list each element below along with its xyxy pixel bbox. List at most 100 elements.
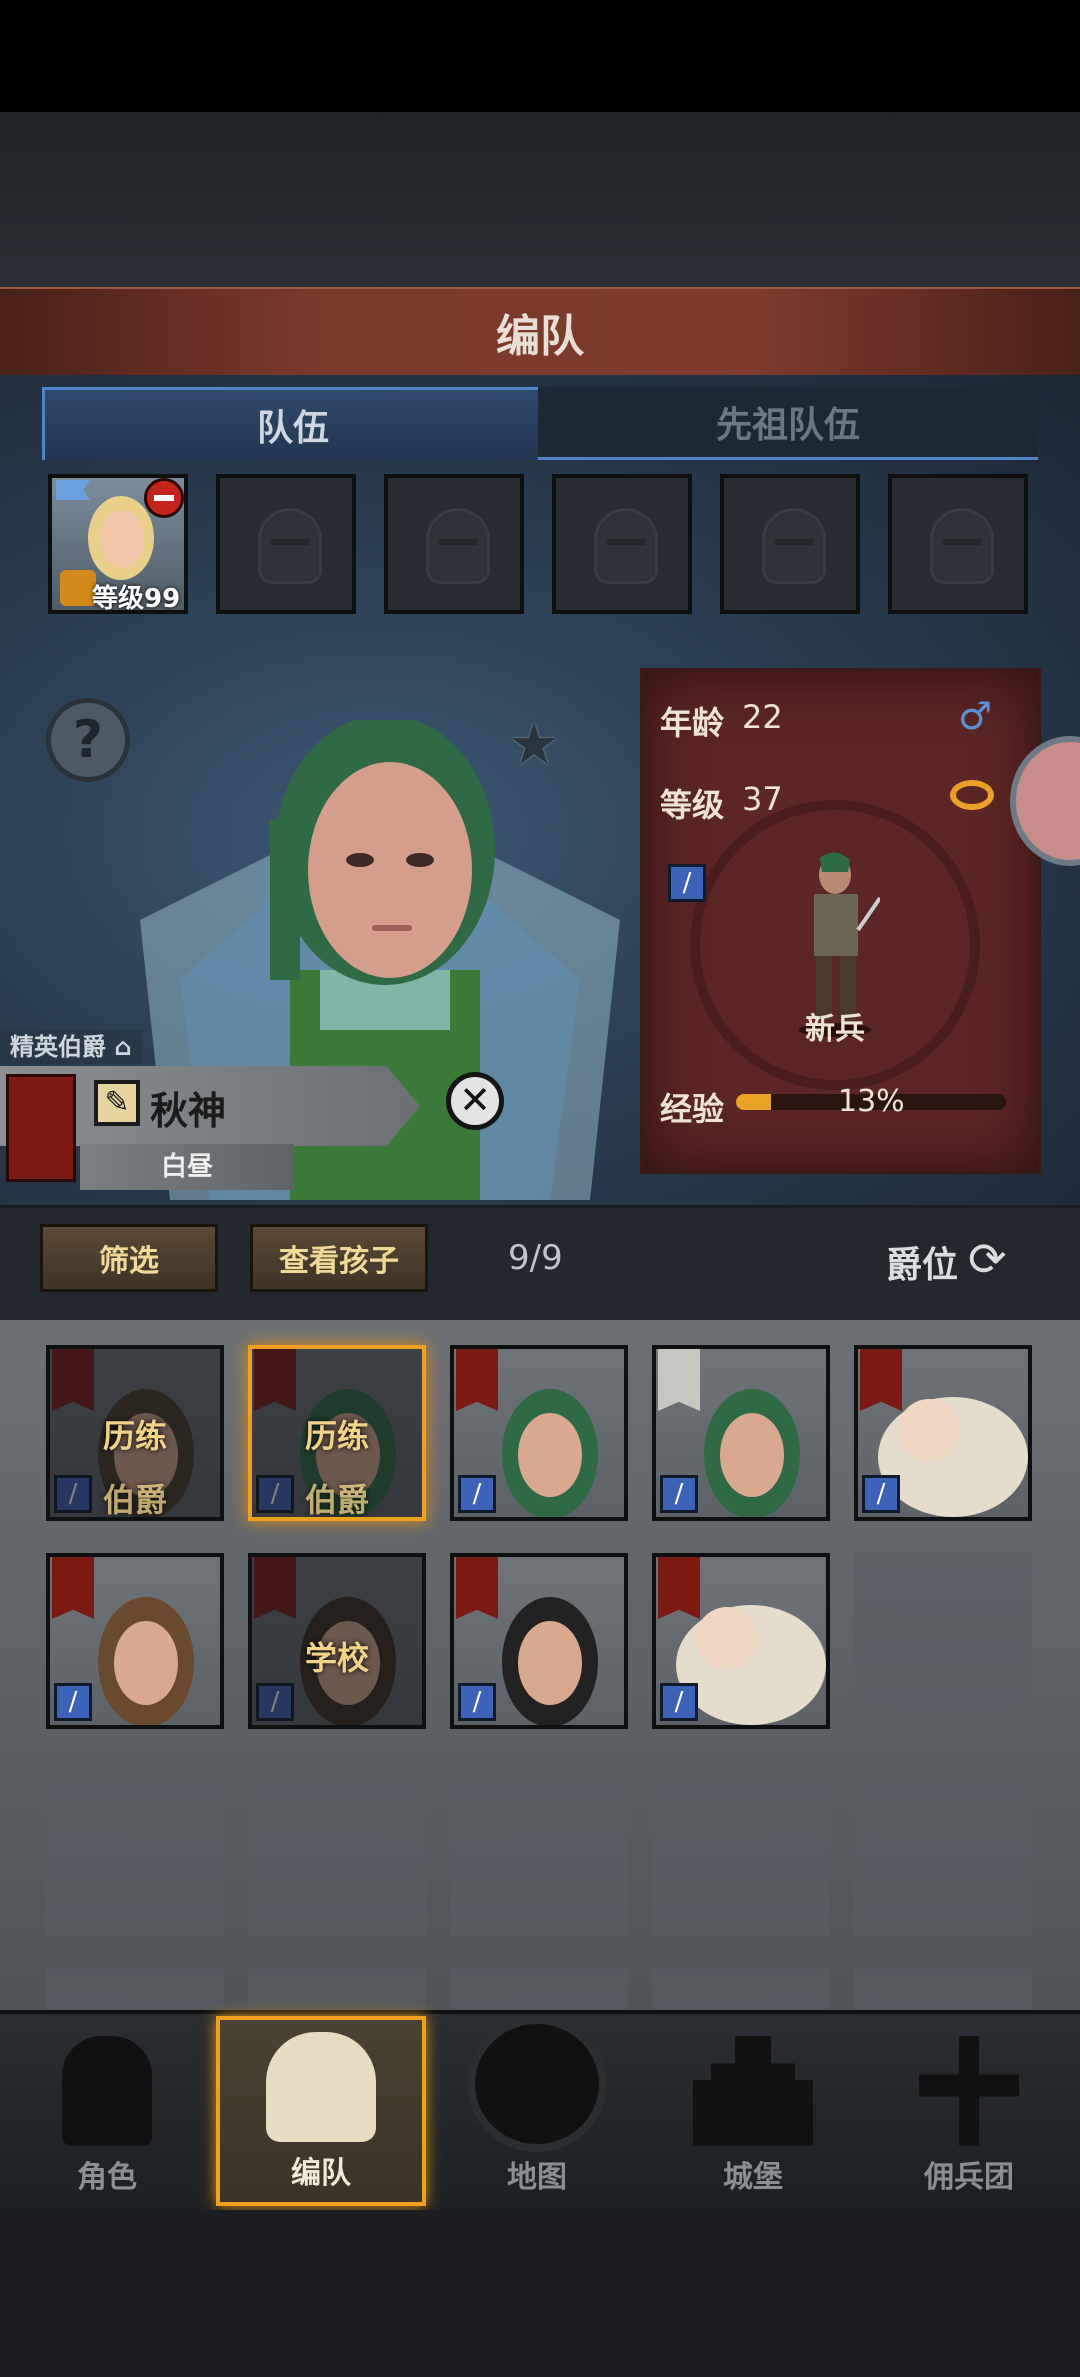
- top-backdrop: [0, 112, 1080, 287]
- roster-slot-empty: [652, 1969, 830, 2009]
- help-icon[interactable]: ?: [46, 698, 130, 782]
- roster-card[interactable]: /: [46, 1553, 224, 1729]
- class-label: 新兵: [805, 1012, 865, 1047]
- status-text: 历练: [304, 1417, 369, 1455]
- roster-count: 9/9: [508, 1238, 563, 1278]
- nav-character[interactable]: 角色: [2, 2016, 212, 2206]
- nav-label: 城堡: [723, 2160, 783, 2195]
- castle-icon: [693, 2036, 813, 2146]
- sword-icon: /: [668, 864, 706, 902]
- roster-slot-empty: [46, 1969, 224, 2009]
- house-banner-icon: [456, 1557, 498, 1619]
- status-bar: [0, 0, 1080, 112]
- roster-card[interactable]: /: [652, 1345, 830, 1521]
- team-slot-empty[interactable]: [216, 474, 356, 614]
- exp-bar-fill: [736, 1094, 772, 1110]
- rank-title-text: 精英伯爵: [10, 1033, 106, 1061]
- dismiss-icon[interactable]: ✕: [446, 1072, 504, 1130]
- flag-icon: [56, 480, 90, 500]
- ring-icon: [950, 780, 994, 810]
- male-icon: ♂: [958, 694, 993, 738]
- roster-card[interactable]: /历练伯爵: [248, 1345, 426, 1521]
- character-face: [114, 1621, 178, 1705]
- refresh-sort-icon[interactable]: ⟳: [968, 1232, 1007, 1286]
- nav-label: 角色: [77, 2160, 137, 2195]
- roster-card[interactable]: /学校: [248, 1553, 426, 1729]
- roster-slot-empty: [652, 1761, 830, 1937]
- character-face: [518, 1413, 582, 1497]
- rank-text: 伯爵: [304, 1481, 369, 1519]
- character-face: [696, 1607, 758, 1669]
- rank-title: 精英伯爵 ⌂: [0, 1030, 142, 1064]
- filter-button[interactable]: 筛选: [40, 1224, 218, 1292]
- level-value: 37: [742, 780, 783, 818]
- nav-label: 地图: [507, 2160, 567, 2195]
- sort-label[interactable]: 爵位: [886, 1236, 958, 1288]
- roster-slot-empty: [854, 1761, 1032, 1937]
- house-banner-icon: [456, 1349, 498, 1411]
- house-banner-icon: [658, 1349, 700, 1411]
- roster-slot-empty: [854, 1553, 1032, 1729]
- team-slot-empty[interactable]: [720, 474, 860, 614]
- roster-card[interactable]: /历练伯爵: [46, 1345, 224, 1521]
- knight-icon: [62, 2036, 152, 2146]
- nav-mercenary[interactable]: 佣兵团: [864, 2016, 1074, 2206]
- sword-icon: /: [660, 1475, 698, 1513]
- mercenary-icon: [919, 2036, 1019, 2146]
- roster-slot-empty: [854, 1969, 1032, 2009]
- helmet-placeholder-icon: [930, 508, 994, 584]
- sword-icon: /: [458, 1475, 496, 1513]
- helmet-placeholder-icon: [426, 508, 490, 584]
- house-banner-icon: [6, 1074, 76, 1182]
- sword-icon: /: [458, 1683, 496, 1721]
- status-text: 历练: [102, 1417, 167, 1455]
- level-label: 等级: [660, 786, 725, 824]
- system-nav-area: [0, 2210, 1080, 2377]
- roster-slot-empty: [248, 1761, 426, 1937]
- age-label: 年龄: [660, 704, 725, 742]
- tab-ancestor-team[interactable]: 先祖队伍: [538, 387, 1038, 460]
- roster-slot-empty: [450, 1969, 628, 2009]
- crest-icon: [60, 570, 96, 606]
- helmet-placeholder-icon: [258, 508, 322, 584]
- compass-icon: [467, 2016, 607, 2152]
- roster-card[interactable]: /: [450, 1553, 628, 1729]
- roster-card[interactable]: /: [450, 1345, 628, 1521]
- team-slot-empty[interactable]: [888, 474, 1028, 614]
- page-title: 编队: [496, 311, 584, 362]
- roster-card[interactable]: /: [854, 1345, 1032, 1521]
- team-slot-empty[interactable]: [384, 474, 524, 614]
- roster-slot-empty: [248, 1969, 426, 2009]
- exp-label: 经验: [660, 1090, 725, 1128]
- house-banner-icon: [860, 1349, 902, 1411]
- house-banner-icon: [52, 1557, 94, 1619]
- character-face: [720, 1413, 784, 1497]
- nav-label: 编队: [291, 2156, 351, 2191]
- helmet-placeholder-icon: [594, 508, 658, 584]
- edit-name-icon[interactable]: ✎: [94, 1080, 140, 1126]
- team-slot-empty[interactable]: [552, 474, 692, 614]
- character-face: [898, 1399, 960, 1461]
- leader-face: [100, 510, 144, 568]
- nav-formation[interactable]: 编队: [216, 2016, 426, 2206]
- roster-slot-empty: [46, 1761, 224, 1937]
- view-children-button[interactable]: 查看孩子: [250, 1224, 428, 1292]
- helmet-placeholder-icon: [762, 508, 826, 584]
- nav-label: 佣兵团: [924, 2160, 1014, 2195]
- helmet-icon: [266, 2032, 376, 2142]
- character-name: 秋神: [150, 1089, 227, 1133]
- roster-card[interactable]: /: [652, 1553, 830, 1729]
- nav-map[interactable]: 地图: [432, 2016, 642, 2206]
- roster-slot-empty: [450, 1761, 628, 1937]
- tab-team[interactable]: 队伍: [42, 387, 544, 460]
- age-value: 22: [742, 698, 783, 736]
- sword-icon: /: [54, 1683, 92, 1721]
- character-subtitle: 白昼: [80, 1144, 294, 1190]
- remove-icon[interactable]: [144, 478, 184, 518]
- status-text: 学校: [304, 1639, 369, 1677]
- sword-icon: /: [862, 1475, 900, 1513]
- sword-icon: /: [660, 1683, 698, 1721]
- exp-percent: 13%: [838, 1084, 905, 1119]
- nav-castle[interactable]: 城堡: [648, 2016, 858, 2206]
- house-banner-icon: [658, 1557, 700, 1619]
